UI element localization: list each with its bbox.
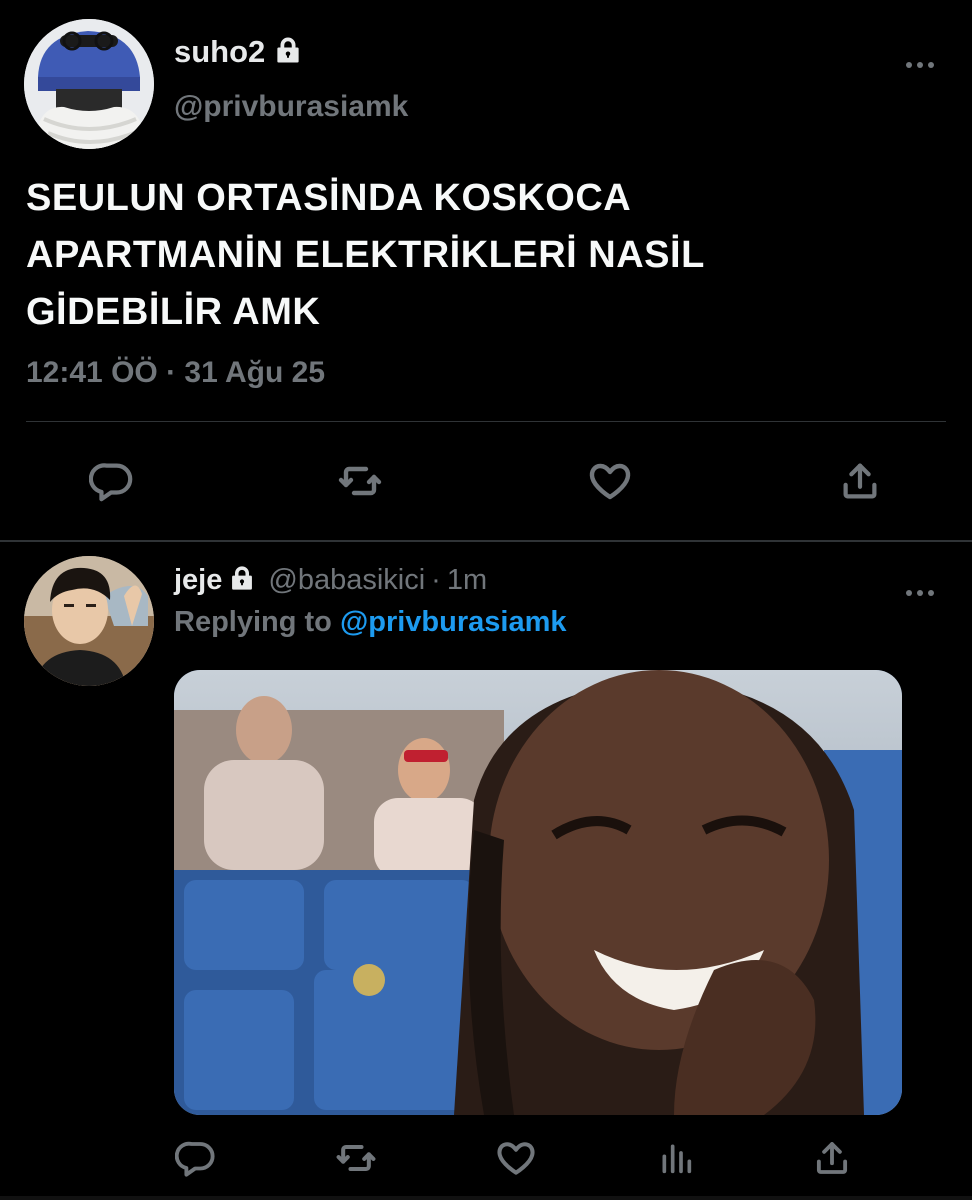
like-button[interactable] [584,455,636,507]
display-name[interactable]: suho2 [174,34,265,70]
analytics-icon [662,1144,692,1174]
heart-icon [497,1142,535,1175]
analytics-button[interactable] [652,1134,700,1182]
like-button[interactable] [492,1134,540,1182]
action-bar [0,1134,972,1182]
lock-icon [273,35,303,70]
share-icon [816,1142,848,1174]
replying-to: Replying to @privburasiamk [174,606,567,639]
retweet-icon [336,1144,376,1172]
author-row: suho2 [174,34,303,70]
retweet-button[interactable] [332,1134,380,1182]
tweet-age[interactable]: 1m [447,564,487,597]
share-button[interactable] [808,1134,856,1182]
lock-icon [228,564,256,597]
avatar[interactable] [24,19,154,149]
divider [0,540,972,542]
tweet-date[interactable]: 31 Ağu 25 [184,356,325,389]
share-icon [843,463,877,499]
handle[interactable]: @babasikici [268,564,425,597]
meta-separator: · [166,356,177,389]
tweet-meta: 12:41 ÖÖ · 31 Ağu 25 [26,356,325,390]
display-name[interactable]: jeje [174,564,222,597]
tweet-text: SEULUN ORTASİNDA KOSKOCA APARTMANİN ELEK… [26,170,926,341]
retweet-icon [338,466,382,496]
handle-row: @privburasiamk [174,90,408,124]
ellipsis-icon[interactable] [904,574,936,604]
tweet-text-line: GİDEBİLİR AMK [26,291,321,333]
share-button[interactable] [834,455,886,507]
avatar[interactable] [24,556,154,686]
action-bar [0,455,972,507]
media-image[interactable] [174,670,902,1115]
heart-icon [589,463,631,500]
ellipsis-icon[interactable] [904,46,936,76]
tweet-text-line: APARTMANİN ELEKTRİKLERİ NASİL [26,234,705,276]
meta-separator: · [431,564,441,596]
reply-button[interactable] [86,455,138,507]
divider [0,1196,972,1200]
retweet-button[interactable] [334,455,386,507]
handle[interactable]: @privburasiamk [174,90,408,124]
author-row: jeje @babasikici · 1m [174,564,487,597]
reply-icon [175,1141,215,1177]
divider [26,421,946,422]
replying-prefix: Replying to [174,606,332,638]
tweet-time[interactable]: 12:41 ÖÖ [26,356,158,389]
reply-icon [89,463,133,502]
reply-button[interactable] [172,1134,220,1182]
main-tweet: suho2 @privburasiamk SEULUN ORTASİNDA KO… [0,0,972,542]
tweet-text-line: SEULUN ORTASİNDA KOSKOCA [26,177,632,219]
replying-mention[interactable]: @privburasiamk [340,606,567,638]
